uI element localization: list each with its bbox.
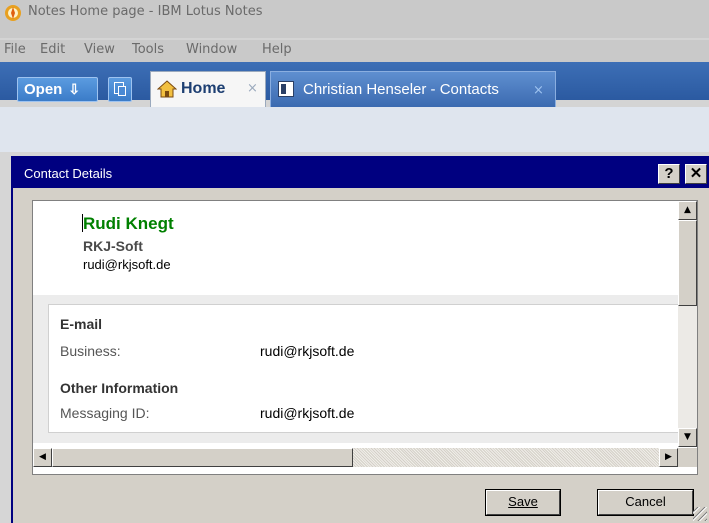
scroll-up-button[interactable]: ▲ bbox=[678, 201, 697, 220]
horizontal-scroll-thumb[interactable] bbox=[52, 448, 353, 467]
messaging-id-label: Messaging ID: bbox=[60, 405, 150, 421]
save-button-label: Save bbox=[508, 494, 538, 509]
tab-contacts[interactable]: Christian Henseler - Contacts × bbox=[270, 71, 556, 107]
vertical-scroll-thumb[interactable] bbox=[678, 220, 697, 306]
tab-home-close-icon[interactable]: × bbox=[247, 81, 258, 96]
open-button-label: Open bbox=[24, 81, 63, 98]
contact-email[interactable]: rudi@rkjsoft.de bbox=[83, 257, 171, 272]
switch-window-button[interactable] bbox=[108, 77, 132, 102]
menu-file[interactable]: File bbox=[4, 42, 26, 57]
scroll-left-button[interactable]: ◀ bbox=[33, 448, 52, 467]
resize-grip[interactable] bbox=[693, 507, 707, 521]
section-email-heading: E-mail bbox=[60, 316, 103, 332]
menu-view[interactable]: View bbox=[84, 42, 115, 57]
messaging-id-value[interactable]: rudi@rkjsoft.de bbox=[260, 405, 354, 421]
contact-name: Rudi Knegt bbox=[83, 214, 174, 233]
section-other-heading: Other Information bbox=[60, 380, 179, 396]
open-button[interactable]: Open ⇩ bbox=[17, 77, 98, 102]
toolbar-area bbox=[0, 107, 709, 152]
contacts-document-icon bbox=[278, 81, 294, 97]
save-button[interactable]: Save bbox=[486, 490, 560, 515]
cancel-button-label: Cancel bbox=[625, 494, 666, 509]
window-icon-front bbox=[118, 86, 126, 96]
dialog-title: Contact Details bbox=[24, 166, 113, 181]
help-button[interactable]: ? bbox=[658, 164, 680, 184]
scroll-down-button[interactable]: ▼ bbox=[678, 428, 697, 447]
menu-tools[interactable]: Tools bbox=[132, 42, 164, 57]
contact-company: RKJ-Soft bbox=[83, 238, 143, 254]
down-arrow-icon: ⇩ bbox=[68, 81, 81, 97]
menu-edit[interactable]: Edit bbox=[40, 42, 65, 57]
business-email-value[interactable]: rudi@rkjsoft.de bbox=[260, 343, 354, 359]
lotus-notes-icon bbox=[5, 5, 21, 21]
cancel-button[interactable]: Cancel bbox=[598, 490, 693, 515]
close-button[interactable]: ✕ bbox=[685, 164, 707, 184]
window-title: Notes Home page - IBM Lotus Notes bbox=[28, 4, 263, 19]
home-icon bbox=[157, 80, 177, 98]
menu-window[interactable]: Window bbox=[186, 42, 237, 57]
business-email-label: Business: bbox=[60, 343, 121, 359]
tab-home[interactable]: Home × bbox=[150, 71, 266, 107]
scrollbar-corner bbox=[678, 448, 697, 467]
tab-home-label: Home bbox=[181, 80, 226, 97]
tab-contacts-close-icon[interactable]: × bbox=[533, 83, 544, 98]
scroll-right-button[interactable]: ▶ bbox=[659, 448, 678, 467]
menu-help[interactable]: Help bbox=[262, 42, 292, 57]
tab-contacts-label: Christian Henseler - Contacts bbox=[303, 81, 499, 98]
dialog-title-bar bbox=[13, 158, 709, 188]
